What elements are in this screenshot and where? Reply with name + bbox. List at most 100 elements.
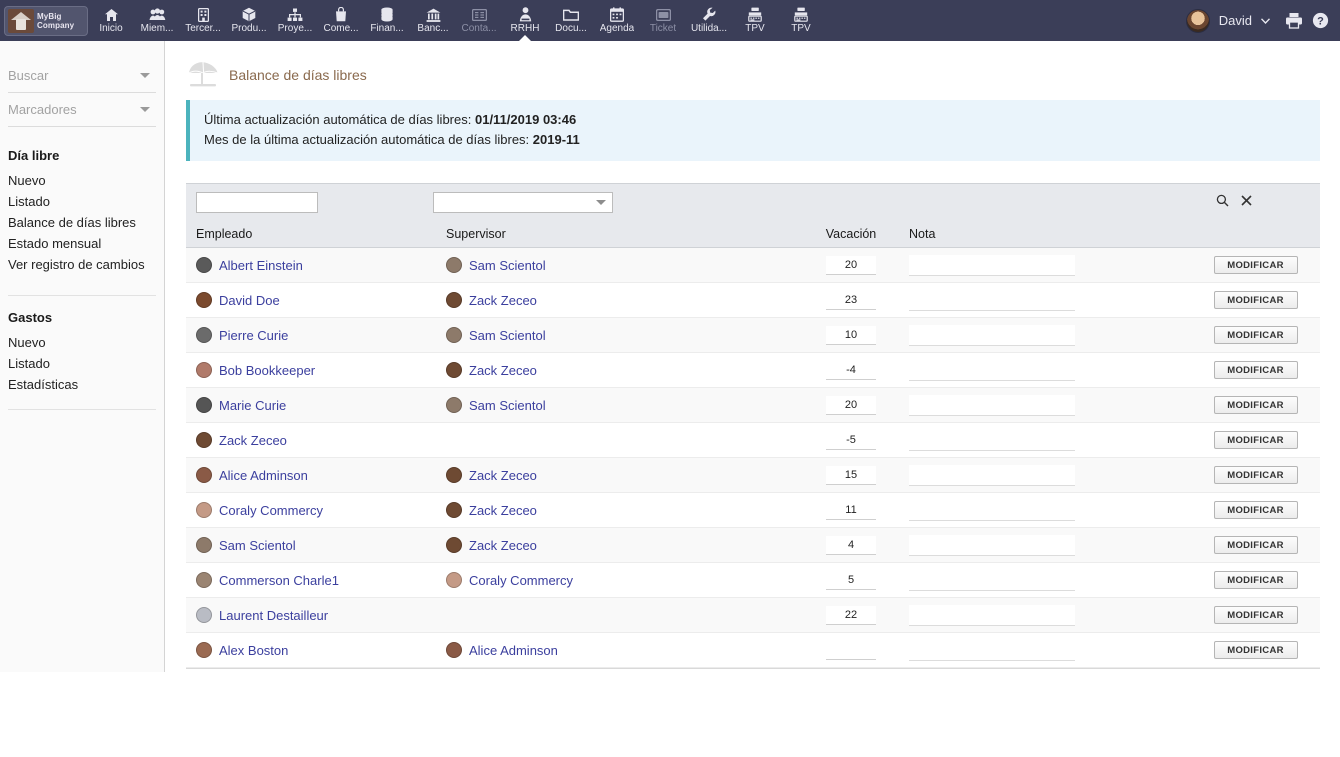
supervisor-link[interactable]: Zack Zeceo <box>446 502 801 518</box>
modificar-button[interactable]: MODIFICAR <box>1213 641 1298 659</box>
sidebar-item-balance-de-d-as-libres[interactable]: Balance de días libres <box>8 212 156 233</box>
vacation-input[interactable] <box>826 395 876 415</box>
modificar-button[interactable]: MODIFICAR <box>1213 256 1298 274</box>
employee-name[interactable]: Sam Scientol <box>219 538 296 553</box>
note-input[interactable] <box>909 289 1075 311</box>
employee-link[interactable]: David Doe <box>196 292 446 308</box>
note-input[interactable] <box>909 534 1075 556</box>
employee-link[interactable]: Sam Scientol <box>196 537 446 553</box>
app-logo[interactable]: MyBig Company <box>4 5 88 36</box>
supervisor-name[interactable]: Sam Scientol <box>469 328 546 343</box>
vacation-input[interactable] <box>826 325 876 345</box>
chevron-down-icon[interactable] <box>1261 17 1270 24</box>
sidebar-item-nuevo[interactable]: Nuevo <box>8 332 156 353</box>
employee-link[interactable]: Laurent Destailleur <box>196 607 446 623</box>
vacation-input[interactable] <box>826 465 876 485</box>
nav-item-ticket-12[interactable]: Ticket <box>640 0 686 41</box>
vacation-input[interactable] <box>826 535 876 555</box>
employee-link[interactable]: Bob Bookkeeper <box>196 362 446 378</box>
note-input[interactable] <box>909 359 1075 381</box>
vacation-input[interactable] <box>826 570 876 590</box>
supervisor-link[interactable]: Alice Adminson <box>446 642 801 658</box>
supervisor-link[interactable]: Zack Zeceo <box>446 362 801 378</box>
vacation-input[interactable] <box>826 290 876 310</box>
nav-item-docu-10[interactable]: Docu... <box>548 0 594 41</box>
note-input[interactable] <box>909 254 1075 276</box>
employee-link[interactable]: Commerson Charle1 <box>196 572 446 588</box>
search-icon[interactable] <box>1216 194 1229 207</box>
nav-item-miem-1[interactable]: Miem... <box>134 0 180 41</box>
note-input[interactable] <box>909 499 1075 521</box>
column-header-empleado[interactable]: Empleado <box>186 227 446 241</box>
employee-name[interactable]: Commerson Charle1 <box>219 573 339 588</box>
supervisor-link[interactable]: Zack Zeceo <box>446 292 801 308</box>
modificar-button[interactable]: MODIFICAR <box>1213 606 1298 624</box>
supervisor-name[interactable]: Sam Scientol <box>469 398 546 413</box>
employee-name[interactable]: Zack Zeceo <box>219 433 287 448</box>
nav-item-tpv-15[interactable]: TPV <box>778 0 824 41</box>
supervisor-name[interactable]: Zack Zeceo <box>469 468 537 483</box>
nav-item-agenda-11[interactable]: Agenda <box>594 0 640 41</box>
supervisor-link[interactable]: Sam Scientol <box>446 397 801 413</box>
supervisor-name[interactable]: Zack Zeceo <box>469 503 537 518</box>
note-input[interactable] <box>909 394 1075 416</box>
modificar-button[interactable]: MODIFICAR <box>1213 501 1298 519</box>
nav-item-produ-3[interactable]: Produ... <box>226 0 272 41</box>
employee-name[interactable]: Pierre Curie <box>219 328 288 343</box>
supervisor-filter-select[interactable] <box>433 191 613 213</box>
modificar-button[interactable]: MODIFICAR <box>1213 291 1298 309</box>
help-circle-icon[interactable]: ? <box>1312 12 1329 29</box>
employee-link[interactable]: Albert Einstein <box>196 257 446 273</box>
note-input[interactable] <box>909 639 1075 661</box>
vacation-input[interactable] <box>826 500 876 520</box>
employee-name[interactable]: Alice Adminson <box>219 468 308 483</box>
nav-item-tercer-2[interactable]: Tercer... <box>180 0 226 41</box>
close-icon[interactable] <box>1241 195 1252 206</box>
supervisor-link[interactable]: Zack Zeceo <box>446 467 801 483</box>
column-header-supervisor[interactable]: Supervisor <box>446 227 801 241</box>
employee-link[interactable]: Alice Adminson <box>196 467 446 483</box>
modificar-button[interactable]: MODIFICAR <box>1213 466 1298 484</box>
column-header-vacacion[interactable]: Vacación <box>801 227 901 241</box>
supervisor-name[interactable]: Sam Scientol <box>469 258 546 273</box>
sidebar-item-ver-registro-de-cambios[interactable]: Ver registro de cambios <box>8 254 156 275</box>
employee-name[interactable]: David Doe <box>219 293 280 308</box>
vacation-input[interactable] <box>826 605 876 625</box>
employee-name[interactable]: Coraly Commercy <box>219 503 323 518</box>
nav-item-tpv-14[interactable]: TPV <box>732 0 778 41</box>
employee-link[interactable]: Zack Zeceo <box>196 432 446 448</box>
modificar-button[interactable]: MODIFICAR <box>1213 431 1298 449</box>
sidebar-bookmarks-select[interactable]: Marcadores <box>8 93 156 127</box>
supervisor-name[interactable]: Coraly Commercy <box>469 573 573 588</box>
printer-icon[interactable] <box>1285 12 1303 29</box>
note-input[interactable] <box>909 429 1075 451</box>
employee-name[interactable]: Bob Bookkeeper <box>219 363 315 378</box>
supervisor-name[interactable]: Zack Zeceo <box>469 363 537 378</box>
employee-filter-input[interactable] <box>196 191 318 213</box>
vacation-input[interactable] <box>826 360 876 380</box>
vacation-input[interactable] <box>826 430 876 450</box>
sidebar-item-estad-sticas[interactable]: Estadísticas <box>8 374 156 395</box>
employee-name[interactable]: Albert Einstein <box>219 258 303 273</box>
user-name[interactable]: David <box>1219 13 1252 28</box>
vacation-input[interactable] <box>826 255 876 275</box>
employee-name[interactable]: Marie Curie <box>219 398 286 413</box>
note-input[interactable] <box>909 604 1075 626</box>
sidebar-search-select[interactable]: Buscar <box>8 59 156 93</box>
supervisor-name[interactable]: Zack Zeceo <box>469 293 537 308</box>
employee-link[interactable]: Marie Curie <box>196 397 446 413</box>
sidebar-item-nuevo[interactable]: Nuevo <box>8 170 156 191</box>
modificar-button[interactable]: MODIFICAR <box>1213 326 1298 344</box>
supervisor-link[interactable]: Coraly Commercy <box>446 572 801 588</box>
supervisor-link[interactable]: Sam Scientol <box>446 257 801 273</box>
modificar-button[interactable]: MODIFICAR <box>1213 396 1298 414</box>
sidebar-item-listado[interactable]: Listado <box>8 353 156 374</box>
employee-name[interactable]: Laurent Destailleur <box>219 608 328 623</box>
employee-name[interactable]: Alex Boston <box>219 643 288 658</box>
supervisor-name[interactable]: Alice Adminson <box>469 643 558 658</box>
nav-item-rrhh-9[interactable]: RRHH <box>502 0 548 41</box>
nav-item-conta-8[interactable]: Conta... <box>456 0 502 41</box>
nav-item-proye-4[interactable]: Proye... <box>272 0 318 41</box>
supervisor-link[interactable]: Zack Zeceo <box>446 537 801 553</box>
modificar-button[interactable]: MODIFICAR <box>1213 571 1298 589</box>
